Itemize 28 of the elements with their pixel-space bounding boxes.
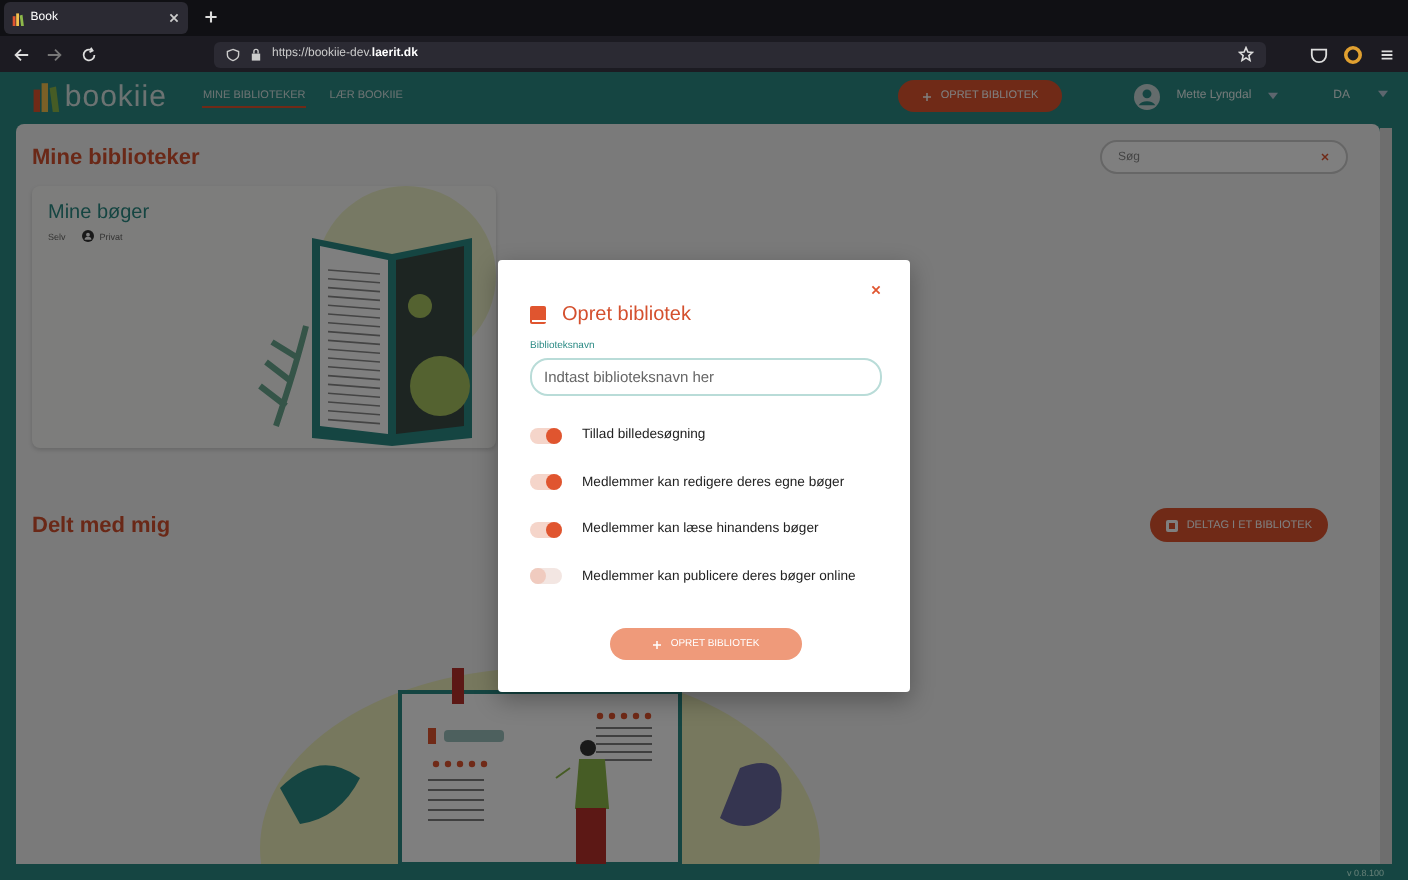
avatar-icon[interactable] bbox=[1134, 83, 1161, 109]
section-title: Mine biblioteker bbox=[32, 145, 200, 169]
dialog-title: Opret bibliotek bbox=[562, 303, 691, 326]
close-icon[interactable] bbox=[870, 283, 882, 296]
star-icon[interactable] bbox=[1238, 46, 1254, 62]
plus-icon bbox=[652, 639, 663, 650]
logo-icon bbox=[32, 80, 61, 112]
close-icon[interactable] bbox=[168, 12, 180, 24]
new-tab-icon[interactable] bbox=[204, 10, 218, 24]
menu-icon[interactable] bbox=[1378, 45, 1396, 63]
logo-icon bbox=[12, 11, 25, 25]
toggle-switch[interactable] bbox=[530, 568, 562, 585]
book-icon bbox=[530, 305, 546, 324]
clear-icon[interactable] bbox=[1320, 152, 1330, 162]
library-title: Mine bøger bbox=[48, 202, 152, 224]
forward-icon[interactable] bbox=[46, 45, 64, 63]
reload-icon[interactable] bbox=[80, 45, 98, 63]
toggle-switch[interactable] bbox=[530, 427, 562, 444]
library-icon bbox=[1166, 519, 1179, 531]
person-icon bbox=[81, 230, 94, 242]
section-title: Delt med mig bbox=[32, 513, 171, 537]
toggle-switch[interactable] bbox=[530, 521, 562, 538]
plus-icon bbox=[922, 91, 933, 101]
lock-icon bbox=[250, 47, 262, 61]
logo-text: bookiie bbox=[64, 82, 167, 112]
back-icon[interactable] bbox=[12, 45, 30, 63]
toggle-switch[interactable] bbox=[530, 474, 562, 491]
shield-icon bbox=[226, 47, 240, 61]
